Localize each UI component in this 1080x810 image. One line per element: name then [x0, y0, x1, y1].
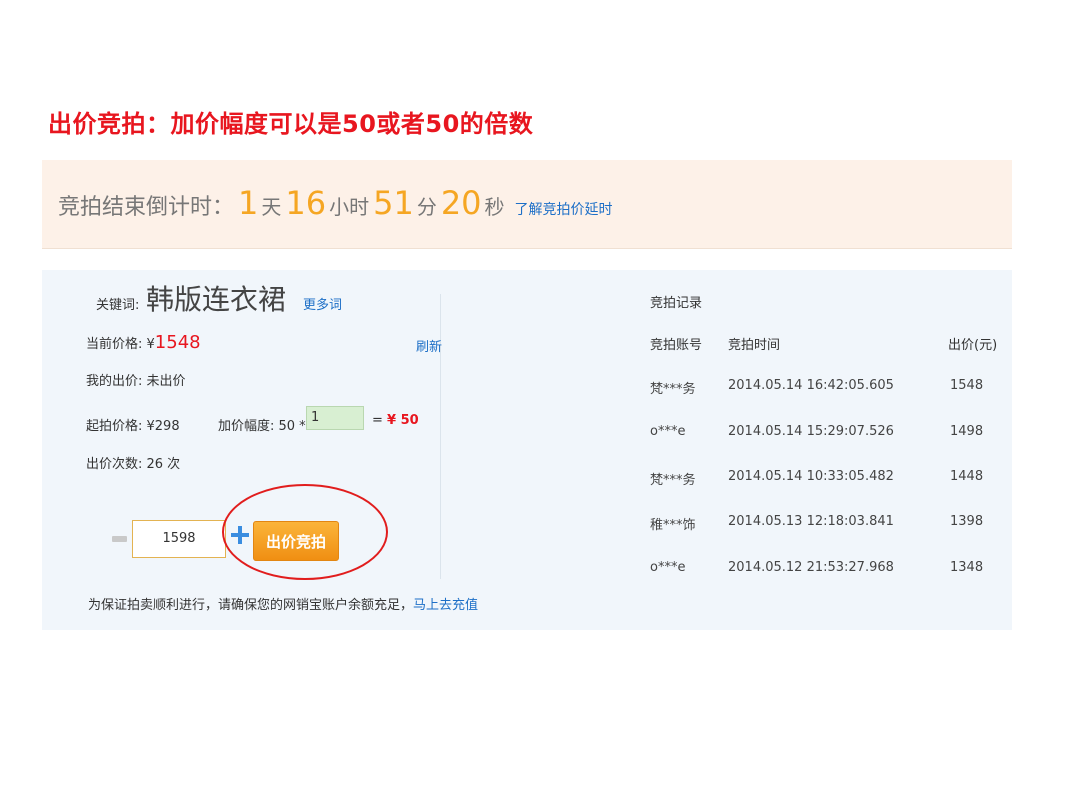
record-account: 梵***务 [650, 382, 696, 397]
record-account: o***e [650, 560, 686, 575]
current-price-value: 1548 [154, 332, 201, 353]
keyword-label: 关键词: [96, 298, 140, 313]
table-row: o***e 2014.05.14 15:29:07.526 1498 [42, 424, 1012, 448]
table-row: 梵***务 2014.05.14 16:42:05.605 1548 [42, 378, 1012, 402]
record-account: o***e [650, 424, 686, 439]
countdown-minutes-unit: 分 [416, 195, 437, 219]
extend-info-link[interactable]: 了解竞拍价延时 [515, 199, 613, 219]
countdown-hours-unit: 小时 [329, 195, 370, 219]
countdown-bar: 竞拍结束倒计时： 1 天 16 小时 51 分 20 秒 了解竞拍价延时 [42, 160, 1012, 249]
table-row: o***e 2014.05.12 21:53:27.968 1348 [42, 560, 1012, 584]
keyword-value: 韩版连衣裙 [146, 283, 287, 316]
current-price-label: 当前价格: ¥ [86, 337, 155, 352]
auction-panel: 关键词: 韩版连衣裙 更多词 当前价格: ¥1548 刷新 我的出价: 未出价 … [42, 270, 1012, 630]
countdown-label: 竞拍结束倒计时： [58, 195, 235, 220]
table-row: 稚***饰 2014.05.13 12:18:03.841 1398 [42, 514, 1012, 538]
record-account: 稚***饰 [650, 518, 696, 533]
countdown-hours: 16 [285, 184, 327, 222]
countdown-seconds-unit: 秒 [484, 195, 505, 219]
record-time: 2014.05.12 21:53:27.968 [728, 560, 894, 575]
record-price: 1548 [950, 378, 984, 393]
countdown-days: 1 [238, 184, 259, 222]
countdown-seconds: 20 [440, 184, 482, 222]
record-price: 1398 [950, 514, 984, 529]
record-time: 2014.05.13 12:18:03.841 [728, 514, 894, 529]
col-header-price: 出价(元) [948, 338, 998, 353]
slide-title: 出价竞拍：加价幅度可以是50或者50的倍数 [48, 110, 534, 138]
more-keywords-link[interactable]: 更多词 [303, 294, 342, 313]
countdown-days-unit: 天 [261, 195, 282, 219]
record-time: 2014.05.14 15:29:07.526 [728, 424, 894, 439]
countdown-minutes: 51 [373, 184, 414, 222]
current-price-row: 当前价格: ¥1548 [86, 332, 201, 353]
table-row: 梵***务 2014.05.14 10:33:05.482 1448 [42, 469, 1012, 493]
record-price: 1348 [950, 560, 984, 575]
records-title: 竞拍记录 [650, 296, 703, 311]
balance-notice: 为保证拍卖顺利进行，请确保您的网销宝账户余额充足，马上去充值 [88, 594, 478, 613]
record-time: 2014.05.14 16:42:05.605 [728, 378, 894, 393]
notice-text: 为保证拍卖顺利进行，请确保您的网销宝账户余额充足， [88, 598, 414, 613]
recharge-link[interactable]: 马上去充值 [413, 598, 478, 613]
record-price: 1498 [950, 424, 984, 439]
col-header-account: 竞拍账号 [650, 338, 703, 353]
record-price: 1448 [950, 469, 984, 484]
countdown-timer: 竞拍结束倒计时： 1 天 16 小时 51 分 20 秒 了解竞拍价延时 [58, 184, 613, 222]
record-time: 2014.05.14 10:33:05.482 [728, 469, 894, 484]
refresh-link[interactable]: 刷新 [416, 336, 442, 355]
record-account: 梵***务 [650, 473, 696, 488]
col-header-time: 竞拍时间 [728, 338, 781, 353]
